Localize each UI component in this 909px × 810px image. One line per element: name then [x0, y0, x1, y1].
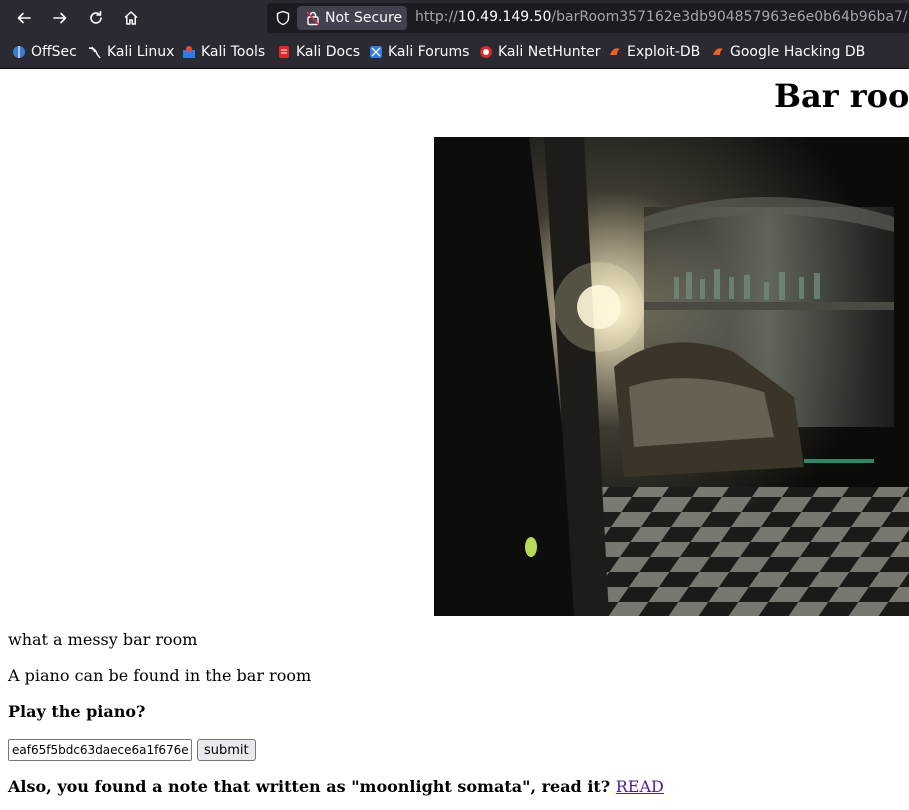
- bookmark-google-hacking-db[interactable]: Google Hacking DB: [711, 43, 865, 61]
- page-content: Bar roo what a messy bar room A piano ca…: [0, 69, 909, 810]
- bookmark-label: Exploit-DB: [627, 44, 701, 60]
- piano-form: submit: [8, 739, 256, 761]
- security-label: Not Secure: [325, 10, 403, 26]
- note-text: Also, you found a note that written as "…: [8, 777, 611, 796]
- kali-dragon-icon: [88, 46, 101, 59]
- arrow-right-icon: [53, 12, 67, 24]
- forward-button[interactable]: [46, 4, 74, 32]
- offsec-icon: [13, 46, 25, 58]
- kali-tools-icon: [183, 46, 195, 58]
- bookmark-label: Kali Linux: [107, 44, 175, 60]
- url-host: 10.49.149.50: [457, 9, 552, 25]
- note-question: Also, you found a note that written as "…: [8, 777, 664, 796]
- piano-answer-input[interactable]: [8, 739, 192, 761]
- home-icon: [124, 11, 138, 25]
- browser-toolbar: Not Secure http://10.49.149.50/barRoom35…: [0, 0, 909, 36]
- bookmark-label: Kali Tools: [201, 44, 266, 60]
- reload-icon: [90, 10, 102, 24]
- arrow-left-icon: [17, 12, 31, 24]
- bookmark-label: Google Hacking DB: [730, 44, 866, 60]
- room-description: what a messy bar room: [8, 630, 198, 649]
- back-button[interactable]: [10, 4, 38, 32]
- home-button[interactable]: [117, 4, 145, 32]
- ghdb-icon: [713, 48, 723, 55]
- bookmark-label: Kali Forums: [388, 44, 470, 60]
- bookmark-kali-nethunter[interactable]: Kali NetHunter: [479, 43, 600, 61]
- kali-docs-icon: [279, 46, 289, 58]
- bookmark-kali-tools[interactable]: Kali Tools: [182, 43, 265, 61]
- bookmark-offsec[interactable]: OffSec: [12, 43, 77, 61]
- url-bar[interactable]: Not Secure http://10.49.149.50/barRoom35…: [267, 3, 909, 33]
- bookmark-label: Kali Docs: [296, 44, 361, 60]
- url-text[interactable]: http://10.49.149.50/barRoom357162e3db904…: [415, 9, 908, 25]
- bookmark-label: OffSec: [31, 44, 77, 60]
- submit-button[interactable]: submit: [197, 739, 256, 761]
- not-secure-indicator[interactable]: Not Secure: [297, 6, 407, 30]
- piano-hint: A piano can be found in the bar room: [8, 666, 312, 685]
- bookmark-label: Kali NetHunter: [498, 44, 601, 60]
- url-scheme: http://: [415, 9, 458, 25]
- bookmark-exploit-db[interactable]: Exploit-DB: [608, 43, 700, 61]
- page-title: Bar roo: [774, 77, 909, 115]
- reload-button[interactable]: [82, 4, 110, 32]
- bookmarks-toolbar: OffSec Kali Linux Kali Tools Kali Docs K…: [0, 36, 909, 69]
- piano-question: Play the piano?: [8, 702, 146, 721]
- read-link[interactable]: READ: [616, 777, 664, 796]
- exploit-db-icon: [610, 48, 620, 55]
- bookmark-kali-forums[interactable]: Kali Forums: [369, 43, 469, 61]
- nethunter-icon: [480, 46, 492, 58]
- broken-lock-icon: [306, 11, 320, 26]
- bar-room-image: [434, 137, 909, 616]
- bar-room-photo: [434, 137, 909, 616]
- shield-icon[interactable]: [275, 10, 291, 26]
- bookmark-kali-linux[interactable]: Kali Linux: [88, 43, 174, 61]
- url-path: /barRoom357162e3db904857963e6e0b64b96ba7…: [551, 9, 908, 25]
- bookmark-kali-docs[interactable]: Kali Docs: [277, 43, 360, 61]
- kali-forums-icon: [370, 46, 382, 58]
